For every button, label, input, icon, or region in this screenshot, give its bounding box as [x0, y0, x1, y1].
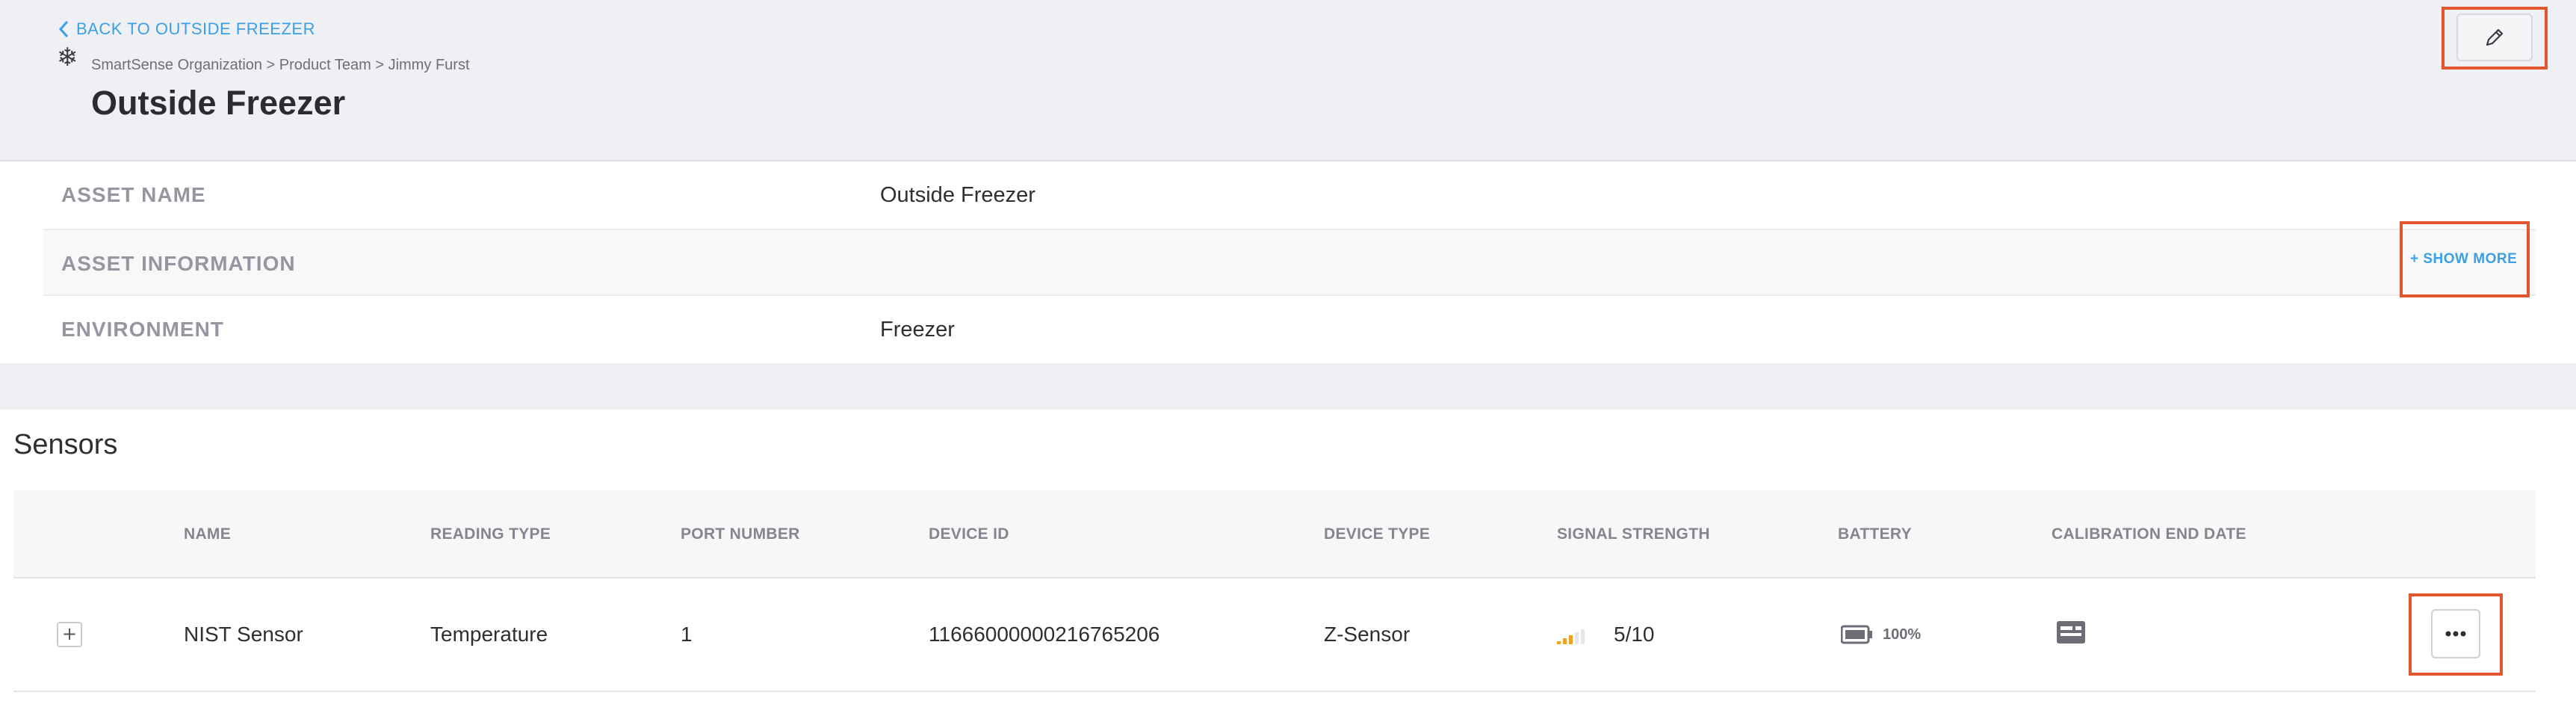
info-row-environment: ENVIRONMENT Freezer	[43, 296, 2536, 363]
pencil-icon	[2486, 28, 2504, 46]
signal-bar	[1581, 629, 1585, 644]
signal-bar	[1557, 641, 1561, 644]
chevron-left-icon	[58, 20, 69, 38]
page-title: Outside Freezer	[91, 84, 346, 122]
more-options-button[interactable]	[2431, 609, 2480, 658]
column-header-signal-strength[interactable]: SIGNAL STRENGTH	[1557, 490, 1710, 578]
info-label: ASSET NAME	[61, 183, 206, 206]
calibration-certificate-icon[interactable]	[2056, 620, 2086, 644]
cell-port-number: 1	[681, 623, 693, 646]
info-value: Outside Freezer	[880, 183, 1035, 207]
info-row-asset-name: ASSET NAME Outside Freezer	[43, 161, 2536, 229]
section-divider	[0, 363, 2576, 410]
signal-bar	[1575, 632, 1579, 644]
column-header-device-id[interactable]: DEVICE ID	[929, 490, 1009, 578]
page-header: BACK TO OUTSIDE FREEZER ❄ SmartSense Org…	[0, 0, 2576, 161]
signal-bar	[1563, 638, 1567, 644]
show-more-link[interactable]: + SHOW MORE	[2410, 251, 2517, 268]
battery-icon	[1841, 625, 1872, 644]
cell-battery: 100%	[1883, 626, 1922, 643]
cell-device-type: Z-Sensor	[1324, 623, 1411, 646]
column-header-device-type[interactable]: DEVICE TYPE	[1324, 490, 1430, 578]
sensors-title: Sensors	[13, 429, 118, 460]
back-link-label: BACK TO OUTSIDE FREEZER	[76, 19, 315, 38]
column-header-name[interactable]: NAME	[184, 490, 231, 578]
back-link[interactable]: BACK TO OUTSIDE FREEZER	[58, 19, 315, 39]
info-label: ASSET INFORMATION	[61, 252, 296, 275]
table-row: + NIST Sensor Temperature 1 116660000002…	[13, 578, 2536, 692]
cell-name: NIST Sensor	[184, 623, 303, 646]
column-header-port-number[interactable]: PORT NUMBER	[681, 490, 800, 578]
column-header-calibration-end-date[interactable]: CALIBRATION END DATE	[2052, 490, 2247, 578]
signal-strength-icon	[1557, 629, 1585, 644]
column-header-battery[interactable]: BATTERY	[1838, 490, 1912, 578]
expand-row-button[interactable]: +	[57, 622, 82, 647]
breadcrumb: SmartSense Organization > Product Team >…	[91, 57, 470, 73]
edit-button[interactable]	[2456, 13, 2533, 61]
info-value: Freezer	[880, 318, 955, 342]
snowflake-icon: ❄	[57, 43, 78, 72]
asset-info-section: ASSET NAME Outside Freezer ASSET INFORMA…	[0, 161, 2576, 363]
cell-signal-strength: 5/10	[1614, 623, 1655, 646]
column-header-reading-type[interactable]: READING TYPE	[430, 490, 551, 578]
cell-device-id: 11666000000216765206	[929, 623, 1160, 646]
info-label: ENVIRONMENT	[61, 318, 224, 341]
more-horizontal-icon	[2445, 631, 2466, 637]
info-row-asset-information: ASSET INFORMATION	[43, 229, 2536, 296]
cell-reading-type: Temperature	[430, 623, 548, 646]
signal-bar	[1569, 635, 1573, 644]
sensors-table-header: NAME READING TYPE PORT NUMBER DEVICE ID …	[13, 490, 2536, 578]
